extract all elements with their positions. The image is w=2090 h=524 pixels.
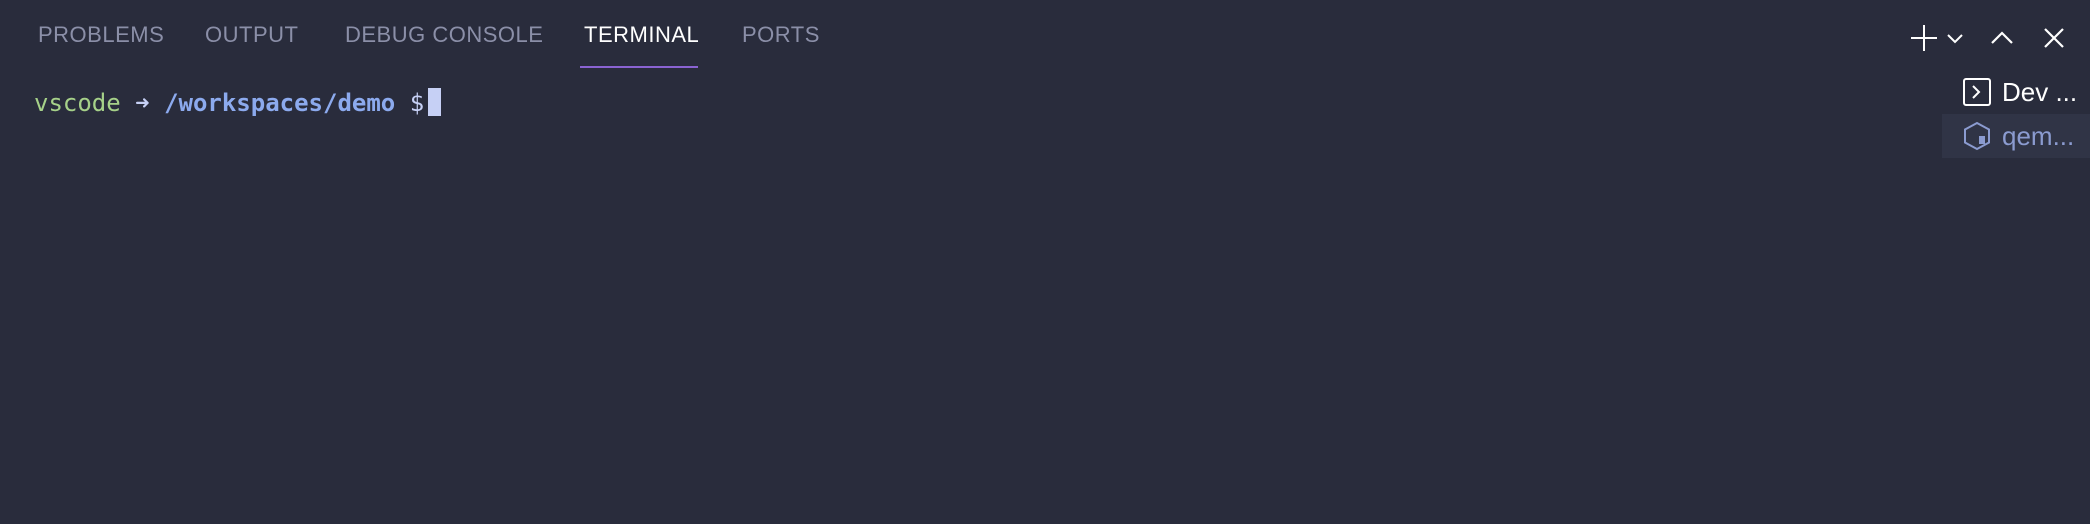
chevron-down-icon	[1946, 32, 1964, 44]
panel-tabs: PROBLEMS OUTPUT DEBUG CONSOLE TERMINAL P…	[0, 0, 1800, 70]
tab-output[interactable]: OUTPUT	[205, 22, 298, 70]
terminal-list-item-dev[interactable]: Dev ...	[1942, 70, 2090, 114]
terminal-panel: PROBLEMS OUTPUT DEBUG CONSOLE TERMINAL P…	[0, 0, 2090, 524]
hexagon-icon	[1962, 121, 1992, 151]
prompt-arrow: ➜	[135, 89, 150, 117]
tab-problems[interactable]: PROBLEMS	[38, 22, 164, 70]
terminal-cursor	[428, 88, 442, 116]
prompt-path: /workspaces/demo	[164, 89, 396, 117]
terminal-profiles-dropdown[interactable]	[1937, 18, 1973, 58]
close-panel-button[interactable]	[2034, 18, 2074, 58]
terminal-list-item-qemu[interactable]: qem...	[1942, 114, 2090, 158]
chevron-up-icon	[1990, 30, 2014, 46]
maximize-panel-button[interactable]	[1982, 18, 2022, 58]
terminal-list: Dev ... qem...	[1942, 70, 2090, 158]
tab-ports[interactable]: PORTS	[742, 22, 820, 70]
terminal-list-item-label: qem...	[2002, 120, 2075, 151]
tab-terminal[interactable]: TERMINAL	[584, 22, 699, 70]
terminal-prompt-icon	[1962, 77, 1992, 107]
terminal-output[interactable]: vscode ➜ /workspaces/demo $	[34, 86, 442, 120]
plus-icon	[1909, 23, 1939, 53]
close-icon	[2043, 27, 2065, 49]
active-tab-indicator	[580, 66, 698, 68]
tab-debug-console[interactable]: DEBUG CONSOLE	[345, 22, 543, 70]
terminal-list-item-label: Dev ...	[2002, 76, 2078, 107]
prompt-dollar: $	[409, 89, 425, 117]
prompt-user: vscode	[34, 89, 121, 117]
